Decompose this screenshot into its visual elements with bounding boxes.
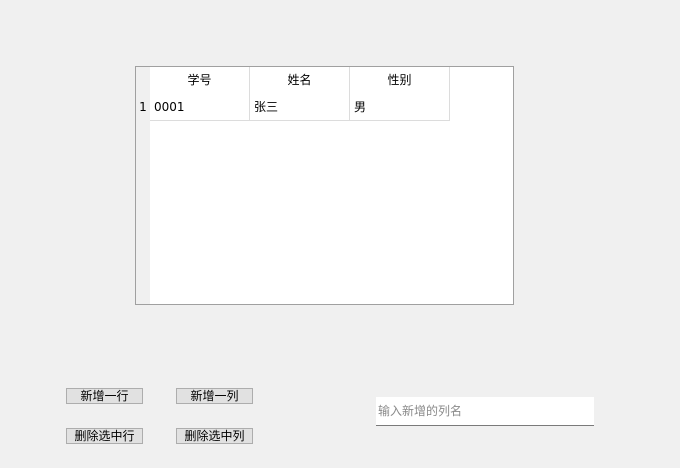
data-table[interactable]: 学号 姓名 性别 1 0001 张三 男 — [135, 66, 514, 305]
column-header-student-id[interactable]: 学号 — [150, 67, 250, 93]
table-corner-button[interactable] — [136, 67, 150, 93]
new-column-name-input[interactable] — [376, 397, 594, 426]
cell-student-id[interactable]: 0001 — [150, 93, 250, 121]
cell-gender[interactable]: 男 — [350, 93, 450, 121]
cell-name[interactable]: 张三 — [250, 93, 350, 121]
column-header-name[interactable]: 姓名 — [250, 67, 350, 93]
delete-selected-column-button[interactable]: 删除选中列 — [176, 428, 253, 444]
delete-selected-row-button[interactable]: 删除选中行 — [66, 428, 143, 444]
table-row-header: 1 — [136, 93, 150, 304]
table-column-header: 学号 姓名 性别 — [150, 67, 450, 93]
column-header-gender[interactable]: 性别 — [350, 67, 450, 93]
row-header-1[interactable]: 1 — [136, 93, 150, 121]
add-row-button[interactable]: 新增一行 — [66, 388, 143, 404]
add-column-button[interactable]: 新增一列 — [176, 388, 253, 404]
table-row: 0001 张三 男 — [150, 93, 450, 121]
